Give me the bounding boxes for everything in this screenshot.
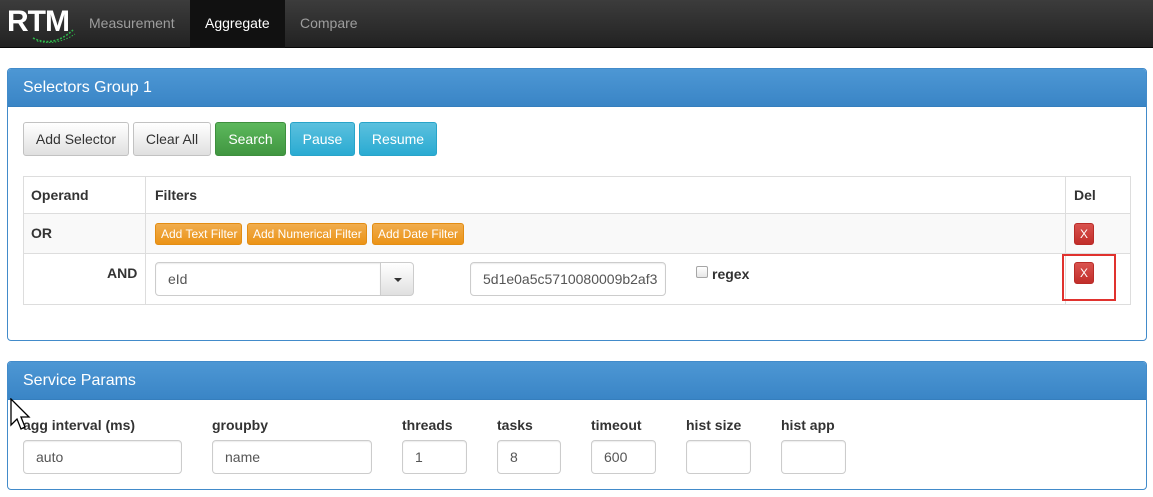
regex-label: regex: [712, 266, 750, 282]
search-button[interactable]: Search: [215, 122, 286, 156]
groupby-input[interactable]: name: [212, 440, 372, 474]
groupby-label: groupby: [212, 417, 268, 433]
resume-button[interactable]: Resume: [359, 122, 437, 156]
or-operand-label: OR: [31, 225, 52, 241]
field-dropdown-toggle[interactable]: [380, 262, 414, 296]
pause-button[interactable]: Pause: [290, 122, 355, 156]
hist-app-input[interactable]: [781, 440, 846, 474]
hist-size-label: hist size: [686, 417, 742, 433]
threads-input[interactable]: 1: [402, 440, 467, 474]
and-operand-label: AND: [107, 265, 138, 281]
agg-interval-label: agg interval (ms): [23, 417, 136, 433]
timeout-label: timeout: [591, 417, 642, 433]
tab-measurement[interactable]: Measurement: [74, 0, 190, 48]
add-text-filter-button[interactable]: Add Text Filter: [155, 223, 242, 245]
add-selector-button[interactable]: Add Selector: [23, 122, 129, 156]
timeout-input[interactable]: 600: [591, 440, 656, 474]
delete-or-row-button[interactable]: X: [1074, 223, 1094, 245]
filter-field-select[interactable]: eId: [155, 262, 381, 296]
hist-app-label: hist app: [781, 417, 835, 433]
add-date-filter-button[interactable]: Add Date Filter: [372, 223, 464, 245]
header-del: Del: [1074, 187, 1096, 203]
brand-logo[interactable]: RTM: [7, 4, 76, 43]
tab-aggregate[interactable]: Aggregate: [190, 0, 285, 48]
threads-label: threads: [402, 417, 453, 433]
header-cell-filters: [145, 176, 1066, 214]
panel-title: Service Params: [8, 362, 1146, 400]
top-navbar: RTM Measurement Aggregate Compare: [0, 0, 1153, 48]
chevron-down-icon: [394, 278, 402, 282]
mouse-cursor-icon: [10, 398, 31, 430]
logo-swirl-icon: [32, 29, 76, 43]
panel-title: Selectors Group 1: [8, 69, 1146, 107]
regex-checkbox[interactable]: [696, 266, 708, 278]
tab-compare[interactable]: Compare: [285, 0, 373, 48]
header-operand: Operand: [31, 187, 89, 203]
agg-interval-input[interactable]: auto: [23, 440, 182, 474]
add-numerical-filter-button[interactable]: Add Numerical Filter: [247, 223, 367, 245]
hist-size-input[interactable]: [686, 440, 751, 474]
clear-all-button[interactable]: Clear All: [133, 122, 211, 156]
tasks-label: tasks: [497, 417, 533, 433]
highlight-box: [1062, 254, 1116, 301]
header-filters: Filters: [155, 187, 198, 203]
tasks-input[interactable]: 8: [497, 440, 561, 474]
filter-value-input[interactable]: 5d1e0a5c5710080009b2af3: [470, 262, 666, 296]
